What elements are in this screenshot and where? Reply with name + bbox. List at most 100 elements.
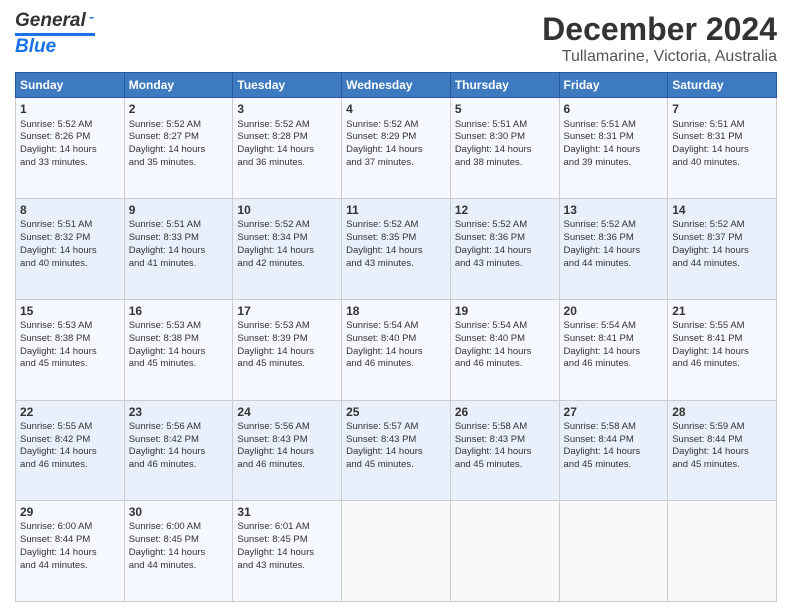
- table-cell: 28Sunrise: 5:59 AMSunset: 8:44 PMDayligh…: [668, 400, 777, 501]
- table-cell: [668, 501, 777, 602]
- day-info: Daylight: 14 hours: [237, 245, 337, 258]
- day-info: Sunset: 8:30 PM: [455, 131, 555, 144]
- day-number: 16: [129, 303, 229, 319]
- day-info: and 40 minutes.: [672, 157, 772, 170]
- day-info: Sunrise: 5:52 AM: [346, 119, 446, 132]
- table-cell: 14Sunrise: 5:52 AMSunset: 8:37 PMDayligh…: [668, 199, 777, 300]
- day-info: and 43 minutes.: [455, 258, 555, 271]
- day-info: and 45 minutes.: [129, 358, 229, 371]
- day-info: Sunset: 8:34 PM: [237, 232, 337, 245]
- table-cell: 8Sunrise: 5:51 AMSunset: 8:32 PMDaylight…: [16, 199, 125, 300]
- table-cell: 6Sunrise: 5:51 AMSunset: 8:31 PMDaylight…: [559, 98, 668, 199]
- day-info: and 46 minutes.: [564, 358, 664, 371]
- day-info: and 43 minutes.: [237, 560, 337, 573]
- day-number: 2: [129, 101, 229, 117]
- table-cell: 12Sunrise: 5:52 AMSunset: 8:36 PMDayligh…: [450, 199, 559, 300]
- table-cell: 25Sunrise: 5:57 AMSunset: 8:43 PMDayligh…: [342, 400, 451, 501]
- day-info: Daylight: 14 hours: [346, 446, 446, 459]
- day-info: Sunrise: 5:52 AM: [455, 219, 555, 232]
- day-info: and 45 minutes.: [564, 459, 664, 472]
- day-info: and 46 minutes.: [672, 358, 772, 371]
- day-info: and 38 minutes.: [455, 157, 555, 170]
- day-number: 10: [237, 202, 337, 218]
- table-cell: 27Sunrise: 5:58 AMSunset: 8:44 PMDayligh…: [559, 400, 668, 501]
- day-info: Daylight: 14 hours: [237, 346, 337, 359]
- header: General Blue December 2024 Tullamarine, …: [15, 10, 777, 66]
- day-info: and 36 minutes.: [237, 157, 337, 170]
- day-info: Sunrise: 5:51 AM: [455, 119, 555, 132]
- day-info: and 45 minutes.: [237, 358, 337, 371]
- col-wednesday: Wednesday: [342, 73, 451, 98]
- col-friday: Friday: [559, 73, 668, 98]
- day-info: Sunset: 8:33 PM: [129, 232, 229, 245]
- day-info: Sunrise: 5:51 AM: [129, 219, 229, 232]
- day-info: Sunset: 8:42 PM: [20, 434, 120, 447]
- day-info: Sunset: 8:27 PM: [129, 131, 229, 144]
- day-number: 7: [672, 101, 772, 117]
- day-info: Daylight: 14 hours: [455, 144, 555, 157]
- day-info: and 43 minutes.: [346, 258, 446, 271]
- day-info: Daylight: 14 hours: [672, 245, 772, 258]
- day-info: Daylight: 14 hours: [672, 446, 772, 459]
- day-info: Sunset: 8:29 PM: [346, 131, 446, 144]
- day-info: Daylight: 14 hours: [237, 144, 337, 157]
- logo-blue: Blue: [15, 36, 56, 57]
- day-info: Daylight: 14 hours: [20, 144, 120, 157]
- day-info: Daylight: 14 hours: [346, 346, 446, 359]
- table-cell: 11Sunrise: 5:52 AMSunset: 8:35 PMDayligh…: [342, 199, 451, 300]
- day-info: Sunrise: 5:55 AM: [672, 320, 772, 333]
- day-number: 20: [564, 303, 664, 319]
- day-info: Sunrise: 5:54 AM: [346, 320, 446, 333]
- day-info: Sunset: 8:44 PM: [672, 434, 772, 447]
- table-cell: 31Sunrise: 6:01 AMSunset: 8:45 PMDayligh…: [233, 501, 342, 602]
- table-cell: 23Sunrise: 5:56 AMSunset: 8:42 PMDayligh…: [124, 400, 233, 501]
- main-title: December 2024: [542, 10, 777, 48]
- table-cell: 30Sunrise: 6:00 AMSunset: 8:45 PMDayligh…: [124, 501, 233, 602]
- day-info: Daylight: 14 hours: [20, 245, 120, 258]
- table-row: 22Sunrise: 5:55 AMSunset: 8:42 PMDayligh…: [16, 400, 777, 501]
- title-block: December 2024 Tullamarine, Victoria, Aus…: [542, 10, 777, 66]
- day-info: Sunset: 8:42 PM: [129, 434, 229, 447]
- day-info: and 42 minutes.: [237, 258, 337, 271]
- day-number: 1: [20, 101, 120, 117]
- day-info: Sunrise: 5:56 AM: [129, 421, 229, 434]
- day-info: Sunrise: 5:53 AM: [129, 320, 229, 333]
- table-cell: [559, 501, 668, 602]
- day-info: and 44 minutes.: [20, 560, 120, 573]
- day-info: Daylight: 14 hours: [346, 144, 446, 157]
- col-sunday: Sunday: [16, 73, 125, 98]
- day-info: and 45 minutes.: [672, 459, 772, 472]
- day-info: Daylight: 14 hours: [564, 245, 664, 258]
- day-info: Sunrise: 5:55 AM: [20, 421, 120, 434]
- day-info: and 46 minutes.: [455, 358, 555, 371]
- logo-general: General: [15, 10, 86, 32]
- day-info: Sunrise: 5:54 AM: [564, 320, 664, 333]
- day-number: 23: [129, 404, 229, 420]
- table-cell: 2Sunrise: 5:52 AMSunset: 8:27 PMDaylight…: [124, 98, 233, 199]
- table-cell: 17Sunrise: 5:53 AMSunset: 8:39 PMDayligh…: [233, 299, 342, 400]
- day-info: Daylight: 14 hours: [237, 446, 337, 459]
- day-info: Daylight: 14 hours: [237, 547, 337, 560]
- day-info: Sunset: 8:43 PM: [455, 434, 555, 447]
- day-info: Daylight: 14 hours: [564, 346, 664, 359]
- day-info: Sunset: 8:36 PM: [455, 232, 555, 245]
- day-info: Sunrise: 5:52 AM: [20, 119, 120, 132]
- table-cell: 20Sunrise: 5:54 AMSunset: 8:41 PMDayligh…: [559, 299, 668, 400]
- col-thursday: Thursday: [450, 73, 559, 98]
- day-number: 9: [129, 202, 229, 218]
- day-info: Sunset: 8:41 PM: [672, 333, 772, 346]
- day-number: 3: [237, 101, 337, 117]
- day-number: 26: [455, 404, 555, 420]
- day-number: 31: [237, 504, 337, 520]
- day-info: Sunrise: 6:00 AM: [20, 521, 120, 534]
- day-info: and 46 minutes.: [20, 459, 120, 472]
- table-cell: 10Sunrise: 5:52 AMSunset: 8:34 PMDayligh…: [233, 199, 342, 300]
- day-number: 30: [129, 504, 229, 520]
- day-info: Sunset: 8:39 PM: [237, 333, 337, 346]
- day-info: and 35 minutes.: [129, 157, 229, 170]
- day-info: Sunset: 8:43 PM: [237, 434, 337, 447]
- table-row: 29Sunrise: 6:00 AMSunset: 8:44 PMDayligh…: [16, 501, 777, 602]
- day-number: 25: [346, 404, 446, 420]
- day-info: Sunset: 8:44 PM: [564, 434, 664, 447]
- day-number: 4: [346, 101, 446, 117]
